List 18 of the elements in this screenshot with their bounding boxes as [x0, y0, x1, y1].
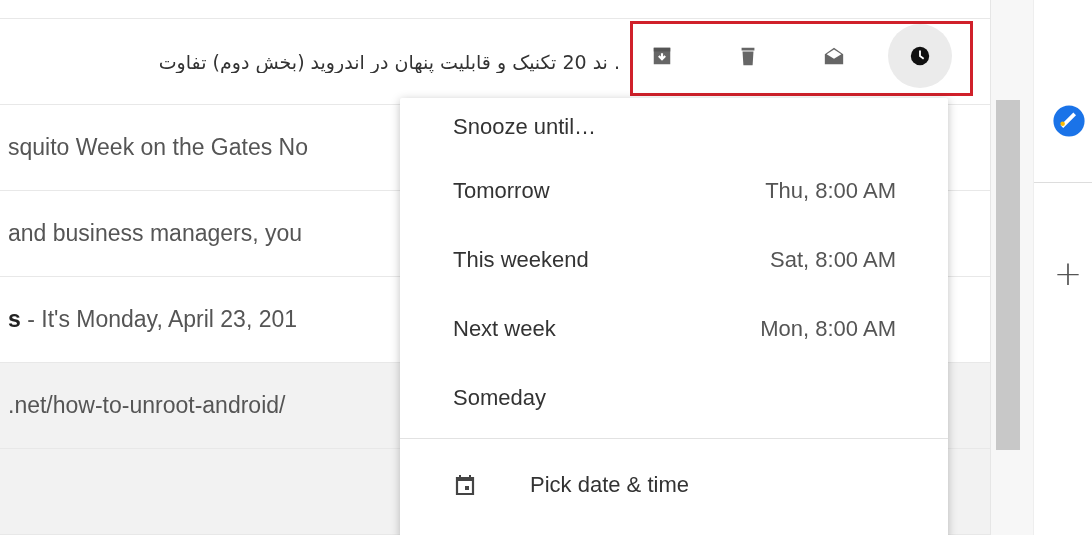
menu-item[interactable]: Next week Mon, 8:00 AM [400, 294, 948, 363]
email-snippet: squito Week on the Gates No [8, 134, 309, 161]
menu-item[interactable]: Someday [400, 363, 948, 432]
email-snippet: .net/how-to-unroot-android/ [8, 392, 286, 419]
email-snippet: s - It's Monday, April 23, 201 [8, 306, 298, 333]
menu-item[interactable]: Tomorrow Thu, 8:00 AM [400, 156, 948, 225]
open-envelope-icon [823, 45, 845, 67]
tasks-icon[interactable] [1052, 104, 1086, 138]
add-button[interactable]: + [1053, 253, 1083, 293]
menu-title: Snooze until… [452, 113, 598, 141]
email-snippet: and business managers, you [8, 220, 303, 247]
archive-icon [651, 45, 673, 67]
clock-icon [909, 45, 931, 67]
menu-item[interactable]: This weekend Sat, 8:00 AM [400, 225, 948, 294]
scrollbar-thumb[interactable] [996, 100, 1020, 450]
calendar-icon [453, 473, 477, 497]
email-snippet: . ند 20 تکنیک و قابلیت پنهان در اندروید (بخش دوم) تفاوت [157, 50, 620, 73]
menu-item[interactable]: Pick date & time [400, 439, 948, 531]
